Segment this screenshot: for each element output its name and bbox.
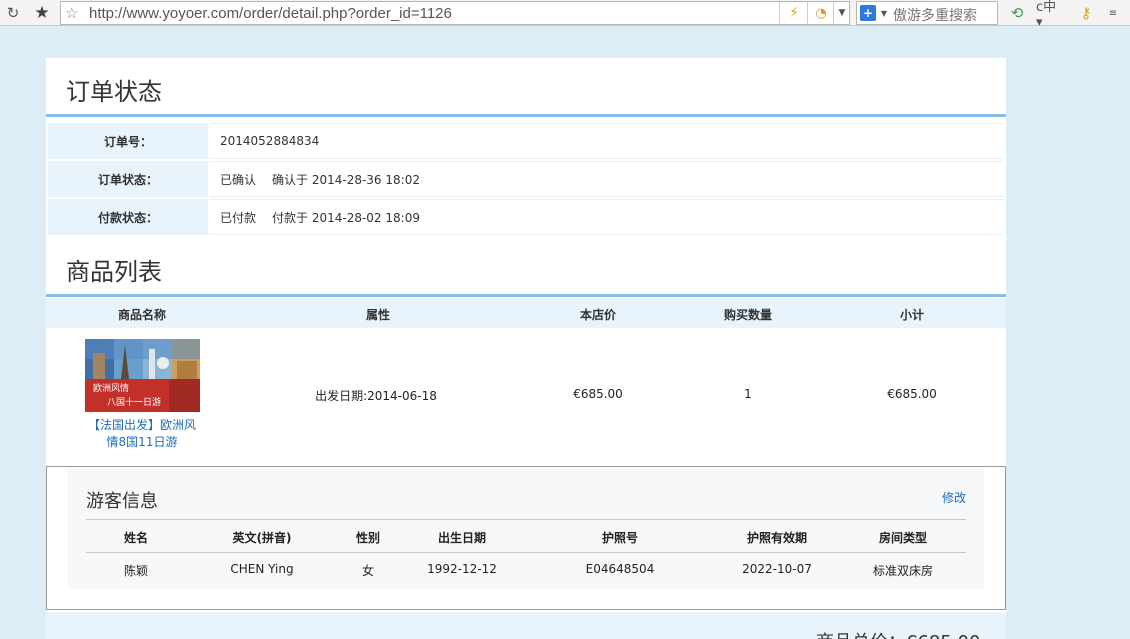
- image-caption-1: 欧洲风情: [93, 382, 129, 394]
- order-detail-panel: 订单状态 订单号： 2014052884834 订单状态： 已确认 确认于 20…: [46, 58, 1006, 639]
- dropdown-arrow-icon[interactable]: ▼: [835, 2, 849, 24]
- col-subtotal: 小计: [899, 308, 925, 322]
- payment-state-text: 已付款: [220, 210, 257, 225]
- key-icon[interactable]: ⚷: [1076, 0, 1096, 26]
- col-birth-date: 出生日期: [437, 531, 487, 545]
- traveler-room-type: 标准双床房: [872, 564, 934, 578]
- product-name-line1[interactable]: 【法国出发】欧洲风: [88, 418, 196, 432]
- product-attribute: 出发日期:2014-06-18: [315, 389, 437, 403]
- traveler-info-inner: 游客信息 修改 姓名 英文(拼音) 性别 出生日期 护照号 护照有效期 房间类型…: [68, 469, 984, 589]
- goods-table-header: 商品名称 属性 本店价 购买数量 小计: [46, 298, 1006, 328]
- col-passport-expiry: 护照有效期: [746, 531, 808, 545]
- traveler-info-title: 游客信息: [86, 491, 158, 512]
- favorite-star-icon[interactable]: ★: [30, 0, 54, 26]
- traveler-info-box: 游客信息 修改 姓名 英文(拼音) 性别 出生日期 护照号 护照有效期 房间类型…: [46, 466, 1006, 610]
- order-number-row: 订单号： 2014052884834: [48, 123, 1004, 159]
- goods-list-title: 商品列表: [66, 258, 162, 286]
- search-bar[interactable]: + ▼ 傲游多重搜索: [856, 1, 998, 25]
- divider: [833, 2, 834, 24]
- traveler-passport-expiry: 2022-10-07: [742, 562, 812, 576]
- payment-state-value: 已付款 付款于 2014-28-02 18:09: [210, 199, 1004, 235]
- product-thumbnail[interactable]: 欧洲风情 八国十一日游: [85, 339, 200, 412]
- menu-icon[interactable]: ≡: [1104, 0, 1122, 26]
- product-price: €685.00: [573, 387, 623, 401]
- traveler-gender: 女: [361, 564, 375, 578]
- product-name-link[interactable]: 【法国出发】欧洲风 情8国11日游: [66, 417, 218, 451]
- title-divider: [46, 294, 1006, 297]
- refresh-icon[interactable]: ↻: [2, 0, 24, 26]
- order-confirm-time: 确认于 2014-28-36 18:02: [272, 172, 420, 187]
- col-attribute: 属性: [365, 308, 391, 322]
- traveler-name: 陈颖: [123, 564, 149, 578]
- col-gender: 性别: [355, 531, 381, 545]
- order-status-title: 订单状态: [66, 78, 162, 106]
- lightning-icon[interactable]: ⚡: [783, 2, 805, 24]
- address-bar[interactable]: ☆ http://www.yoyoer.com/order/detail.php…: [60, 1, 850, 25]
- col-name: 姓名: [123, 531, 149, 545]
- divider: [86, 552, 966, 553]
- search-engine-icon[interactable]: +: [860, 5, 876, 21]
- col-english-name: 英文(拼音): [232, 531, 292, 545]
- payment-state-label: 付款状态：: [48, 199, 208, 235]
- col-price: 本店价: [579, 308, 617, 322]
- traveler-birth-date: 1992-12-12: [427, 562, 497, 576]
- bookmark-star-icon[interactable]: ☆: [65, 4, 78, 22]
- title-divider: [46, 114, 1006, 117]
- product-image: 欧洲风情 八国十一日游: [85, 339, 200, 412]
- product-quantity: 1: [744, 387, 752, 401]
- col-room-type: 房间类型: [878, 531, 928, 545]
- rss-icon[interactable]: ◔: [811, 2, 831, 24]
- order-state-row: 订单状态： 已确认 确认于 2014-28-36 18:02: [48, 161, 1004, 197]
- col-passport-no: 护照号: [601, 531, 639, 545]
- divider: [86, 519, 966, 520]
- address-bar-url[interactable]: http://www.yoyoer.com/order/detail.php?o…: [89, 5, 452, 22]
- user-icon[interactable]: ⟲: [1006, 0, 1028, 26]
- order-number-text: 2014052884834: [220, 134, 320, 148]
- translate-icon[interactable]: ᴄ中▾: [1036, 0, 1062, 30]
- product-subtotal: €685.00: [887, 387, 937, 401]
- browser-toolbar: ↻ ★ ☆ http://www.yoyoer.com/order/detail…: [0, 0, 1130, 30]
- order-state-text: 已确认: [220, 172, 257, 187]
- payment-time: 付款于 2014-28-02 18:09: [272, 210, 420, 225]
- col-product-name: 商品名称: [117, 308, 167, 322]
- divider: [807, 2, 808, 24]
- divider: [779, 2, 780, 24]
- product-name-line2[interactable]: 情8国11日游: [107, 435, 178, 449]
- edit-travelers-link[interactable]: 修改: [942, 489, 966, 506]
- traveler-english-name: CHEN Ying: [230, 562, 294, 576]
- search-input[interactable]: 傲游多重搜索: [893, 5, 977, 25]
- order-number-label: 订单号：: [48, 123, 208, 159]
- search-dropdown-icon[interactable]: ▼: [878, 2, 890, 24]
- image-caption-2: 八国十一日游: [107, 396, 161, 408]
- col-quantity: 购买数量: [723, 308, 773, 322]
- order-number-value: 2014052884834: [210, 123, 1004, 159]
- order-total-band: 商品总价：€685.00: [46, 612, 1006, 639]
- order-state-value: 已确认 确认于 2014-28-36 18:02: [210, 161, 1004, 197]
- traveler-passport-no: E04648504: [585, 562, 655, 576]
- payment-state-row: 付款状态： 已付款 付款于 2014-28-02 18:09: [48, 199, 1004, 235]
- order-total-text: 商品总价：€685.00: [816, 628, 980, 639]
- order-state-label: 订单状态：: [48, 161, 208, 197]
